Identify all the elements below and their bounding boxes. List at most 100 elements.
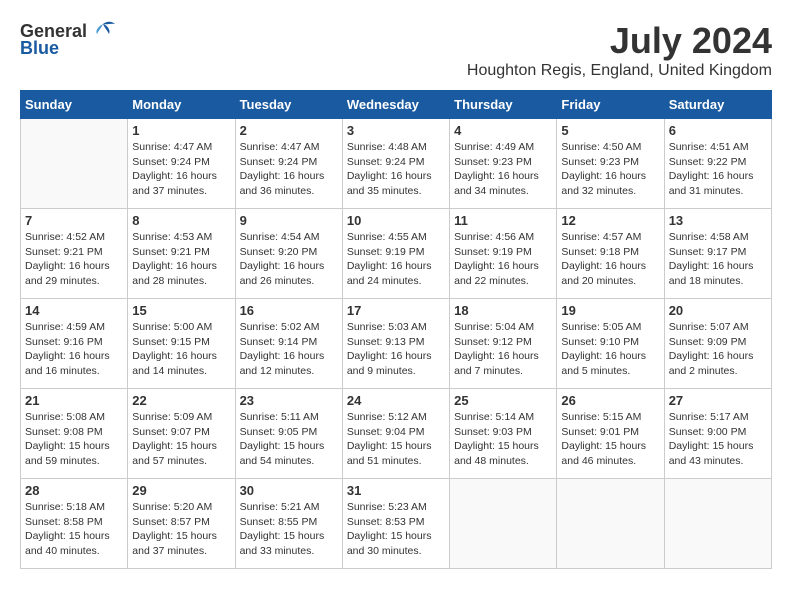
day-info: Sunrise: 4:56 AMSunset: 9:19 PMDaylight:…: [454, 230, 552, 289]
week-row-2: 7Sunrise: 4:52 AMSunset: 9:21 PMDaylight…: [21, 209, 772, 299]
day-info: Sunrise: 5:11 AMSunset: 9:05 PMDaylight:…: [240, 410, 338, 469]
day-number: 11: [454, 213, 552, 228]
day-number: 26: [561, 393, 659, 408]
logo: General Blue: [20, 20, 117, 59]
calendar-cell: 26 Sunrise: 5:15 AMSunset: 9:01 PMDayligh…: [557, 389, 664, 479]
calendar-cell: 10 Sunrise: 4:55 AMSunset: 9:19 PMDayligh…: [342, 209, 449, 299]
calendar-cell: 28Sunrise: 5:18 AMSunset: 8:58 PMDayligh…: [21, 479, 128, 569]
calendar-cell: 13 Sunrise: 4:58 AMSunset: 9:17 PMDayligh…: [664, 209, 771, 299]
day-info: Sunrise: 5:20 AMSunset: 8:57 PMDaylight:…: [132, 500, 230, 559]
calendar-cell: 29 Sunrise: 5:20 AMSunset: 8:57 PMDayligh…: [128, 479, 235, 569]
calendar-table: SundayMondayTuesdayWednesdayThursdayFrid…: [20, 90, 772, 569]
day-info: Sunrise: 4:47 AMSunset: 9:24 PMDaylight:…: [240, 140, 338, 199]
calendar-cell: 25 Sunrise: 5:14 AMSunset: 9:03 PMDayligh…: [450, 389, 557, 479]
day-number: 22: [132, 393, 230, 408]
day-header-saturday: Saturday: [664, 91, 771, 119]
day-number: 20: [669, 303, 767, 318]
calendar-cell: 8Sunrise: 4:53 AMSunset: 9:21 PMDaylight…: [128, 209, 235, 299]
day-info: Sunrise: 5:03 AMSunset: 9:13 PMDaylight:…: [347, 320, 445, 379]
calendar-cell: 15 Sunrise: 5:00 AMSunset: 9:15 PMDayligh…: [128, 299, 235, 389]
week-row-5: 28Sunrise: 5:18 AMSunset: 8:58 PMDayligh…: [21, 479, 772, 569]
day-number: 24: [347, 393, 445, 408]
calendar-cell: [664, 479, 771, 569]
day-info: Sunrise: 5:23 AMSunset: 8:53 PMDaylight:…: [347, 500, 445, 559]
day-info: Sunrise: 5:05 AMSunset: 9:10 PMDaylight:…: [561, 320, 659, 379]
day-number: 10: [347, 213, 445, 228]
calendar-cell: 2 Sunrise: 4:47 AMSunset: 9:24 PMDaylight…: [235, 119, 342, 209]
day-number: 12: [561, 213, 659, 228]
day-number: 14: [25, 303, 123, 318]
day-number: 30: [240, 483, 338, 498]
calendar-cell: [557, 479, 664, 569]
week-row-1: 1 Sunrise: 4:47 AMSunset: 9:24 PMDaylight…: [21, 119, 772, 209]
day-header-sunday: Sunday: [21, 91, 128, 119]
day-number: 7: [25, 213, 123, 228]
day-info: Sunrise: 4:51 AMSunset: 9:22 PMDaylight:…: [669, 140, 767, 199]
day-number: 17: [347, 303, 445, 318]
calendar-cell: 4Sunrise: 4:49 AMSunset: 9:23 PMDaylight…: [450, 119, 557, 209]
day-info: Sunrise: 5:02 AMSunset: 9:14 PMDaylight:…: [240, 320, 338, 379]
day-info: Sunrise: 4:54 AMSunset: 9:20 PMDaylight:…: [240, 230, 338, 289]
calendar-cell: [21, 119, 128, 209]
day-info: Sunrise: 5:12 AMSunset: 9:04 PMDaylight:…: [347, 410, 445, 469]
day-number: 18: [454, 303, 552, 318]
day-number: 4: [454, 123, 552, 138]
title-section: July 2024 Houghton Regis, England, Unite…: [467, 20, 772, 80]
day-info: Sunrise: 4:50 AMSunset: 9:23 PMDaylight:…: [561, 140, 659, 199]
day-number: 23: [240, 393, 338, 408]
day-header-tuesday: Tuesday: [235, 91, 342, 119]
calendar-cell: 1 Sunrise: 4:47 AMSunset: 9:24 PMDaylight…: [128, 119, 235, 209]
day-info: Sunrise: 5:08 AMSunset: 9:08 PMDaylight:…: [25, 410, 123, 469]
week-row-3: 14 Sunrise: 4:59 AMSunset: 9:16 PMDayligh…: [21, 299, 772, 389]
day-number: 19: [561, 303, 659, 318]
calendar-cell: 14 Sunrise: 4:59 AMSunset: 9:16 PMDayligh…: [21, 299, 128, 389]
day-info: Sunrise: 4:55 AMSunset: 9:19 PMDaylight:…: [347, 230, 445, 289]
day-info: Sunrise: 5:09 AMSunset: 9:07 PMDaylight:…: [132, 410, 230, 469]
week-row-4: 21Sunrise: 5:08 AMSunset: 9:08 PMDayligh…: [21, 389, 772, 479]
day-header-wednesday: Wednesday: [342, 91, 449, 119]
location: Houghton Regis, England, United Kingdom: [467, 62, 772, 80]
day-info: Sunrise: 5:17 AMSunset: 9:00 PMDaylight:…: [669, 410, 767, 469]
day-number: 6: [669, 123, 767, 138]
day-number: 1: [132, 123, 230, 138]
calendar-cell: 9Sunrise: 4:54 AMSunset: 9:20 PMDaylight…: [235, 209, 342, 299]
day-header-monday: Monday: [128, 91, 235, 119]
calendar-body: 1 Sunrise: 4:47 AMSunset: 9:24 PMDaylight…: [21, 119, 772, 569]
day-header-thursday: Thursday: [450, 91, 557, 119]
logo-text-blue: Blue: [20, 38, 59, 59]
calendar-cell: 19 Sunrise: 5:05 AMSunset: 9:10 PMDayligh…: [557, 299, 664, 389]
day-number: 27: [669, 393, 767, 408]
day-number: 2: [240, 123, 338, 138]
calendar-cell: 18 Sunrise: 5:04 AMSunset: 9:12 PMDayligh…: [450, 299, 557, 389]
calendar-cell: 16Sunrise: 5:02 AMSunset: 9:14 PMDayligh…: [235, 299, 342, 389]
day-info: Sunrise: 4:48 AMSunset: 9:24 PMDaylight:…: [347, 140, 445, 199]
day-info: Sunrise: 4:47 AMSunset: 9:24 PMDaylight:…: [132, 140, 230, 199]
day-number: 25: [454, 393, 552, 408]
calendar-cell: 21Sunrise: 5:08 AMSunset: 9:08 PMDayligh…: [21, 389, 128, 479]
day-info: Sunrise: 5:15 AMSunset: 9:01 PMDaylight:…: [561, 410, 659, 469]
calendar-cell: 3 Sunrise: 4:48 AMSunset: 9:24 PMDaylight…: [342, 119, 449, 209]
calendar-cell: 23 Sunrise: 5:11 AMSunset: 9:05 PMDayligh…: [235, 389, 342, 479]
month-title: July 2024: [467, 20, 772, 62]
day-info: Sunrise: 5:14 AMSunset: 9:03 PMDaylight:…: [454, 410, 552, 469]
day-number: 3: [347, 123, 445, 138]
day-info: Sunrise: 5:21 AMSunset: 8:55 PMDaylight:…: [240, 500, 338, 559]
calendar-cell: 7Sunrise: 4:52 AMSunset: 9:21 PMDaylight…: [21, 209, 128, 299]
day-info: Sunrise: 5:00 AMSunset: 9:15 PMDaylight:…: [132, 320, 230, 379]
calendar-cell: 27 Sunrise: 5:17 AMSunset: 9:00 PMDayligh…: [664, 389, 771, 479]
calendar-cell: 30 Sunrise: 5:21 AMSunset: 8:55 PMDayligh…: [235, 479, 342, 569]
day-number: 15: [132, 303, 230, 318]
day-info: Sunrise: 4:58 AMSunset: 9:17 PMDaylight:…: [669, 230, 767, 289]
calendar-cell: 22 Sunrise: 5:09 AMSunset: 9:07 PMDayligh…: [128, 389, 235, 479]
day-number: 8: [132, 213, 230, 228]
calendar-cell: 31Sunrise: 5:23 AMSunset: 8:53 PMDayligh…: [342, 479, 449, 569]
logo-bird-icon: [89, 20, 117, 42]
day-number: 29: [132, 483, 230, 498]
calendar-cell: 17 Sunrise: 5:03 AMSunset: 9:13 PMDayligh…: [342, 299, 449, 389]
day-number: 13: [669, 213, 767, 228]
days-header-row: SundayMondayTuesdayWednesdayThursdayFrid…: [21, 91, 772, 119]
day-info: Sunrise: 4:59 AMSunset: 9:16 PMDaylight:…: [25, 320, 123, 379]
calendar-cell: 5Sunrise: 4:50 AMSunset: 9:23 PMDaylight…: [557, 119, 664, 209]
day-info: Sunrise: 5:04 AMSunset: 9:12 PMDaylight:…: [454, 320, 552, 379]
day-info: Sunrise: 4:57 AMSunset: 9:18 PMDaylight:…: [561, 230, 659, 289]
